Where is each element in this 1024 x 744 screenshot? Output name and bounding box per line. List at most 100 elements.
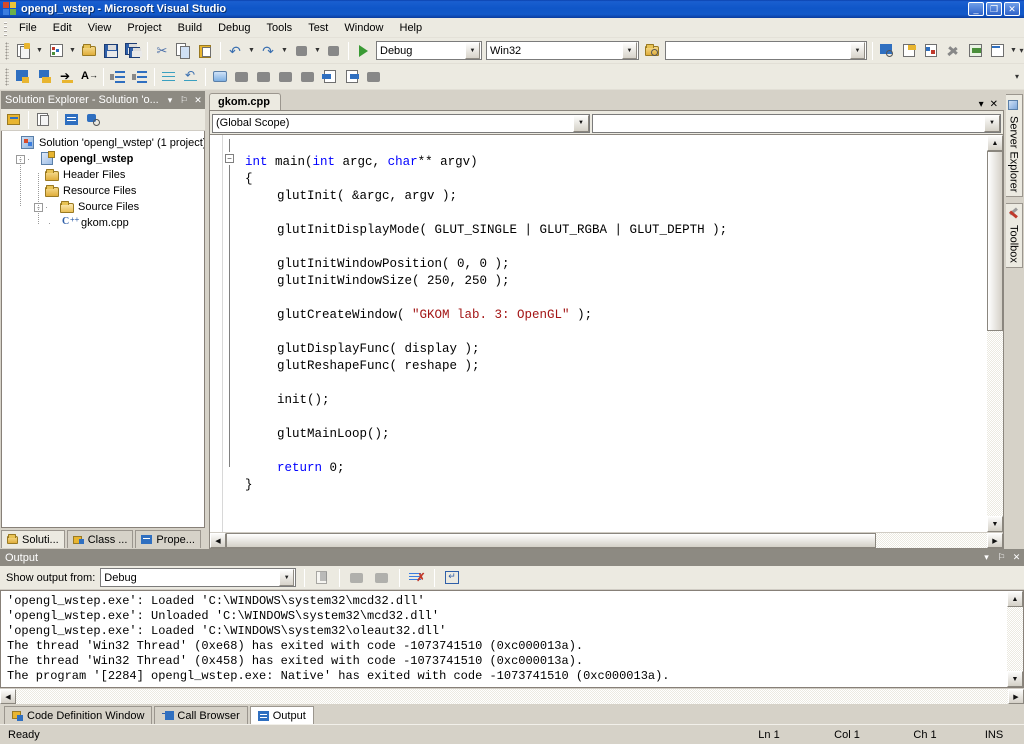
toggle-word-wrap-icon[interactable]: ↵ <box>441 567 463 589</box>
tree-item-gkom-cpp[interactable]: C ++ gkom.cpp <box>6 215 202 231</box>
paste-icon[interactable] <box>195 40 217 62</box>
scroll-track[interactable] <box>987 331 1003 516</box>
menu-view[interactable]: View <box>80 20 120 36</box>
configuration-dropdown-icon[interactable]: ▼ <box>465 42 480 59</box>
vertical-tab-toolbox[interactable]: Toolbox <box>1005 203 1023 269</box>
close-button[interactable]: ✕ <box>1004 2 1020 16</box>
prev-bookmark-folder-icon[interactable] <box>275 66 297 88</box>
tools-options-icon[interactable] <box>942 40 964 62</box>
scope-combo[interactable]: (Global Scope) ▼ <box>212 113 590 133</box>
member-combo[interactable]: ▼ <box>592 113 1001 133</box>
navigate-backward-icon[interactable] <box>290 40 312 62</box>
tab-code-definition-window[interactable]: Code Definition Window <box>4 706 153 724</box>
start-debug-icon[interactable] <box>352 40 374 62</box>
menu-file[interactable]: File <box>11 20 45 36</box>
scroll-up-button[interactable]: ▲ <box>1007 591 1023 607</box>
scroll-down-button[interactable]: ▼ <box>1007 671 1023 687</box>
tree-item-project[interactable]: - opengl_wstep <box>6 151 202 167</box>
clear-all-icon[interactable]: ✗ <box>406 567 428 589</box>
document-tab-gkom-cpp[interactable]: gkom.cpp <box>209 93 281 110</box>
find-in-files-icon[interactable] <box>641 40 663 62</box>
output-horizontal-scrollbar[interactable]: ◀ ▶ <box>0 688 1024 704</box>
command-window-icon[interactable] <box>986 40 1008 62</box>
copy-icon[interactable] <box>173 40 195 62</box>
editor-horizontal-scrollbar[interactable]: ◀ ▶ <box>210 532 1003 548</box>
scroll-thumb-h[interactable] <box>226 533 876 548</box>
tab-class-view[interactable]: Class ... <box>66 530 134 548</box>
solution-tree[interactable]: Solution 'opengl_wstep' (1 project) - op… <box>1 131 205 528</box>
save-icon[interactable] <box>100 40 122 62</box>
scroll-left-button[interactable]: ◀ <box>0 689 16 704</box>
display-members-icon[interactable] <box>12 66 34 88</box>
toolbox-icon[interactable] <box>920 40 942 62</box>
source-code[interactable]: int main(int argc, char** argv) {glutInit… <box>237 135 987 532</box>
panel-pin-icon[interactable]: ⚐ <box>177 95 191 106</box>
undo-icon[interactable]: ↶ <box>224 40 246 62</box>
view-code-icon[interactable] <box>61 109 83 131</box>
configuration-combo[interactable]: Debug ▼ <box>376 41 482 60</box>
clear-bookmarks-icon[interactable] <box>363 66 385 88</box>
tab-call-browser[interactable]: Call Browser <box>154 706 248 724</box>
menu-test[interactable]: Test <box>300 20 336 36</box>
next-bookmark-folder-icon[interactable] <box>297 66 319 88</box>
tree-item-resource-files[interactable]: Resource Files <box>6 183 202 199</box>
scope-dropdown-icon[interactable]: ▼ <box>573 114 589 132</box>
toolbar-grip[interactable] <box>5 67 9 86</box>
uncomment-block-icon[interactable]: ↶ <box>180 66 202 88</box>
properties-window-icon[interactable] <box>876 40 898 62</box>
output-pin-icon[interactable]: ⚐ <box>994 552 1009 563</box>
output-close-icon[interactable]: ✕ <box>1009 552 1024 563</box>
minimize-button[interactable]: _ <box>968 2 984 16</box>
scroll-up-button[interactable]: ▲ <box>987 135 1003 151</box>
redo-dropdown-icon[interactable]: ▼ <box>279 40 290 62</box>
toolbar-grip[interactable] <box>5 41 9 60</box>
object-browser-icon[interactable] <box>898 40 920 62</box>
new-project-icon[interactable] <box>12 40 34 62</box>
command-window-dropdown-icon[interactable]: ▼ <box>1008 40 1019 62</box>
tab-solution-explorer[interactable]: Soluti... <box>1 530 65 548</box>
scroll-left-button[interactable]: ◀ <box>210 533 226 548</box>
restore-button[interactable]: ❐ <box>986 2 1002 16</box>
output-text[interactable]: 'opengl_wstep.exe': Loaded 'C:\WINDOWS\s… <box>1 591 1007 687</box>
new-project-dropdown-icon[interactable]: ▼ <box>34 40 45 62</box>
document-tab-close-icon[interactable]: ✕ <box>990 99 998 110</box>
panel-close-icon[interactable]: ✕ <box>191 95 205 106</box>
find-combo[interactable]: ▼ <box>665 41 867 60</box>
go-to-next-icon[interactable] <box>371 567 393 589</box>
menu-project[interactable]: Project <box>119 20 169 36</box>
menu-help[interactable]: Help <box>392 20 431 36</box>
scroll-track-h[interactable] <box>226 533 987 548</box>
new-item-icon[interactable] <box>45 40 67 62</box>
mark-icon[interactable]: ➔ <box>56 66 78 88</box>
scroll-right-button[interactable]: ▶ <box>987 533 1003 548</box>
properties-icon[interactable] <box>3 109 25 131</box>
find-dropdown-icon[interactable]: ▼ <box>850 42 865 59</box>
toolbar-overflow-icon[interactable]: ▾ <box>1019 40 1024 62</box>
member-dropdown-icon[interactable]: ▼ <box>984 114 1000 132</box>
navigate-forward-icon[interactable] <box>323 40 345 62</box>
find-message-icon[interactable] <box>311 567 333 589</box>
menu-window[interactable]: Window <box>336 20 391 36</box>
comment-block-icon[interactable] <box>158 66 180 88</box>
scroll-right-button[interactable]: ▶ <box>1008 689 1024 704</box>
increase-indent-icon[interactable] <box>129 66 151 88</box>
tab-properties[interactable]: Prope... <box>135 530 201 548</box>
go-to-previous-icon[interactable] <box>346 567 368 589</box>
vertical-tab-server-explorer[interactable]: Server Explorer <box>1005 94 1023 198</box>
save-all-icon[interactable] <box>122 40 144 62</box>
platform-dropdown-icon[interactable]: ▼ <box>622 42 637 59</box>
find-symbol-icon[interactable] <box>34 66 56 88</box>
text-editor-toolbar-overflow-icon[interactable]: ▾ <box>1010 66 1024 88</box>
step-over-icon[interactable] <box>341 66 363 88</box>
scroll-track[interactable] <box>1007 607 1023 671</box>
menu-grip[interactable] <box>2 19 9 36</box>
previous-bookmark-icon[interactable] <box>231 66 253 88</box>
document-tab-menu-icon[interactable]: ▾ <box>979 99 984 110</box>
editor-outlining-margin[interactable]: − <box>223 135 237 532</box>
menu-build[interactable]: Build <box>170 20 210 36</box>
show-output-from-combo[interactable]: Debug ▼ <box>100 568 297 587</box>
decrease-indent-icon[interactable] <box>107 66 129 88</box>
editor-vertical-scrollbar[interactable]: ▲ ▼ <box>987 135 1003 532</box>
menu-tools[interactable]: Tools <box>259 20 301 36</box>
scroll-thumb[interactable] <box>987 151 1003 331</box>
